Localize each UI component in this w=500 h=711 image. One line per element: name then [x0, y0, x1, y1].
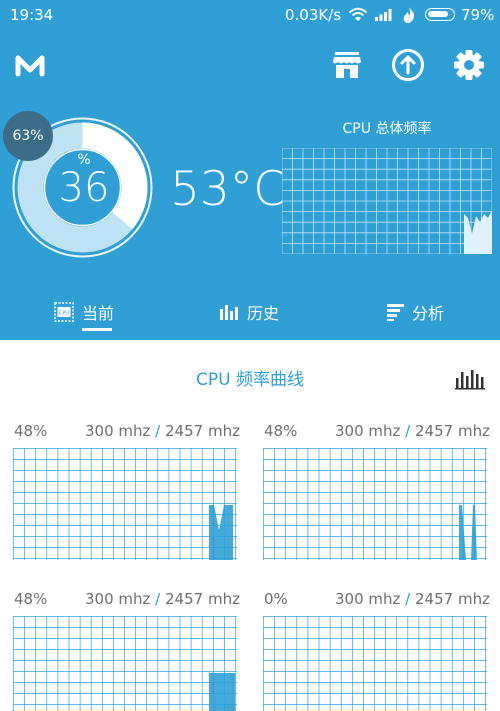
core-frequency: 300 mhz / 2457 mhz [335, 422, 490, 440]
total-frequency-graph [282, 148, 492, 254]
bar-chart-icon [220, 305, 238, 320]
active-tab-indicator [82, 328, 112, 331]
tab-history[interactable]: 历史 [219, 292, 279, 332]
core-frequency: 300 mhz / 2457 mhz [335, 590, 490, 608]
cpu-chip-icon: CPU [54, 302, 74, 322]
gear-icon[interactable] [452, 48, 486, 82]
tab-analysis-label: 分析 [412, 304, 445, 323]
network-speed: 0.03K/s [285, 6, 342, 24]
list-sort-icon [387, 304, 404, 321]
svg-text:CPU: CPU [59, 311, 70, 317]
tab-history-label: 历史 [247, 304, 280, 323]
flame-icon [403, 7, 415, 23]
section-title: CPU 频率曲线 [196, 370, 304, 390]
core-frequency: 300 mhz / 2457 mhz [85, 590, 240, 608]
core-usage: 48% [14, 422, 48, 440]
core-frequency-graph [13, 448, 237, 560]
status-bar: 19:34 0.03K/s 79% [0, 0, 500, 30]
core-frequency-graph [263, 616, 487, 711]
core-usage: 48% [14, 590, 48, 608]
upload-icon[interactable] [391, 48, 425, 82]
core-frequency-graph [13, 616, 237, 711]
core-usage: 48% [264, 422, 298, 440]
wifi-icon [348, 7, 368, 21]
cpu-temperature: 53°C [170, 162, 287, 217]
tab-bar: CPU 当前 历史 分析 [0, 292, 500, 340]
tab-current-label: 当前 [82, 304, 115, 323]
core-usage: 0% [264, 590, 288, 608]
core-frequency: 300 mhz / 2457 mhz [85, 422, 240, 440]
signal-icon [375, 9, 392, 21]
tab-current[interactable]: CPU 当前 [52, 292, 114, 332]
battery-percent: 79% [461, 6, 495, 24]
battery-icon [425, 8, 455, 21]
core-frequency-graph [263, 448, 487, 560]
store-icon[interactable] [330, 48, 364, 82]
total-frequency-title: CPU 总体频率 [342, 121, 432, 137]
status-time: 19:34 [10, 6, 54, 24]
m-logo-icon [15, 55, 45, 77]
core-frequency-area [209, 673, 235, 711]
tab-analysis[interactable]: 分析 [386, 292, 444, 332]
cpu-load-badge: 63% [3, 111, 53, 161]
bar-chart-icon[interactable] [455, 368, 485, 390]
gauge-value: 36 [58, 165, 110, 211]
